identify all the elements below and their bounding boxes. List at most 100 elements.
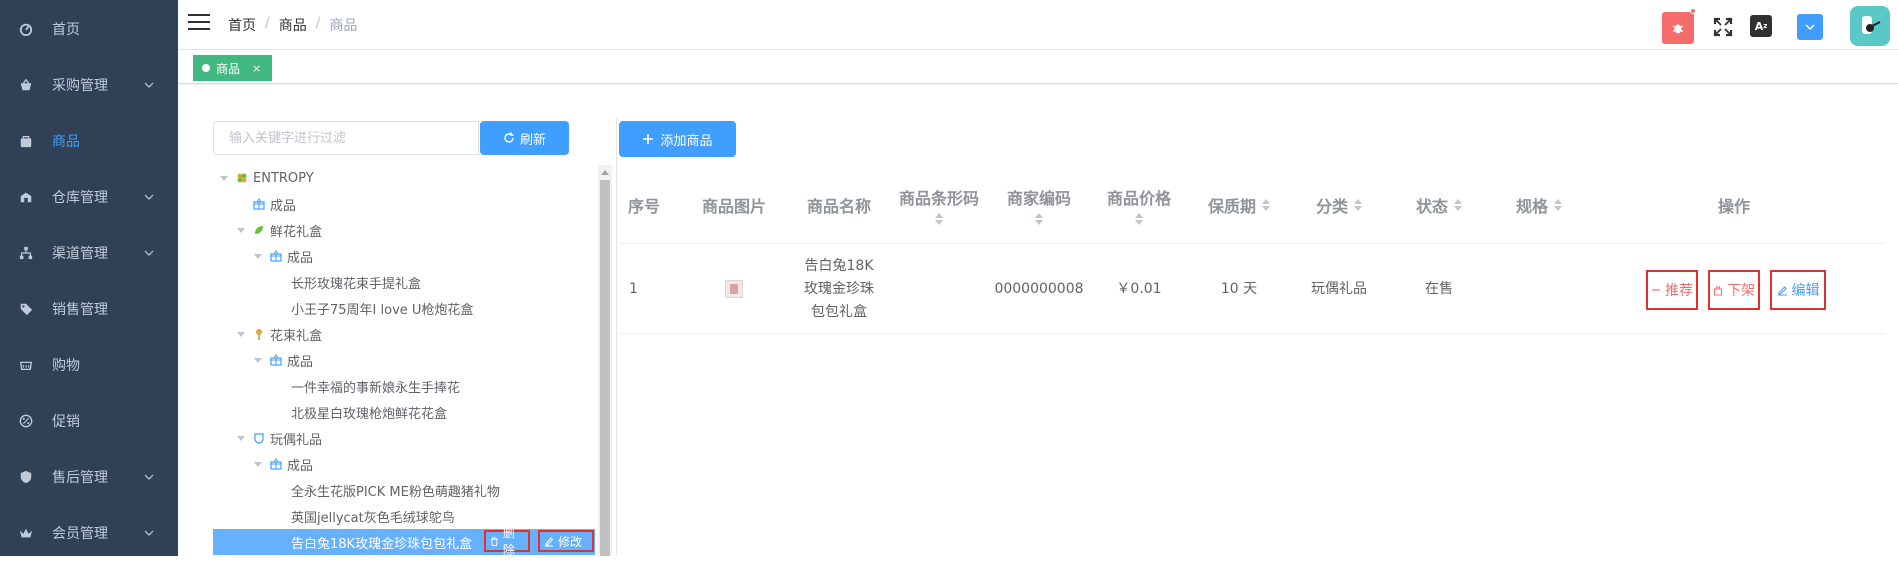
sidebar-item-home[interactable]: 首页 — [0, 1, 178, 57]
tree-node[interactable]: 成品 — [213, 451, 595, 477]
tree-node-label: 北极星白玫瑰枪炮鲜花花盒 — [291, 406, 448, 422]
minus-icon — [1652, 289, 1660, 291]
avatar[interactable] — [1850, 6, 1890, 46]
caret-down-icon[interactable] — [236, 225, 246, 235]
breadcrumb-goods[interactable]: 商品 — [279, 15, 307, 35]
plus-icon — [643, 134, 654, 144]
refresh-button[interactable]: 刷新 — [480, 121, 569, 155]
add-product-button[interactable]: 添加商品 — [619, 121, 736, 157]
column-header-label: 保质期 — [1207, 197, 1256, 216]
tree-filter-input[interactable] — [213, 121, 479, 155]
column-header-category[interactable]: 分类 — [1289, 166, 1389, 244]
tree-node[interactable]: 小王子75周年I love U枪炮花盒 — [213, 295, 595, 321]
product-name-line: 包包礼盒 — [811, 303, 867, 320]
column-header-label: 商品图片 — [701, 197, 766, 216]
column-header-label: 操作 — [1717, 197, 1750, 216]
tags-view: 商品 × — [178, 50, 1898, 84]
unlist-button[interactable]: 下架 — [1708, 270, 1760, 310]
recommend-button[interactable]: 推荐 — [1646, 270, 1698, 310]
caret-down-icon[interactable] — [253, 251, 263, 261]
tree-node[interactable]: 玩偶礼品 — [213, 425, 595, 451]
font-size-icon[interactable]: Az — [1750, 15, 1772, 37]
fullscreen-button[interactable] — [1712, 16, 1734, 38]
product-thumbnail[interactable] — [725, 280, 743, 298]
tree-node[interactable]: 一件幸福的事新娘永生手捧花 — [213, 373, 595, 399]
sidebar-item-promotion[interactable]: 促销 — [0, 393, 178, 449]
top-navbar: 首页 / 商品 / 商品 Az — [178, 0, 1898, 50]
cell-image — [684, 244, 784, 334]
bug-report-button[interactable] — [1662, 12, 1694, 44]
caret-down-icon[interactable] — [253, 459, 263, 469]
sort-caret-icon[interactable] — [935, 213, 943, 225]
modify-node-button[interactable]: 修改 — [538, 530, 594, 552]
basket-icon — [18, 77, 34, 93]
flower-icon — [256, 329, 262, 340]
cell-status: 在售 — [1425, 280, 1453, 297]
cell-category: 玩偶礼品 — [1311, 280, 1367, 297]
column-header-status[interactable]: 状态 — [1389, 166, 1489, 244]
sort-caret-icon[interactable] — [1454, 199, 1462, 211]
sort-caret-icon[interactable] — [1554, 199, 1562, 211]
column-header-label: 序号 — [627, 197, 660, 216]
hamburger-menu-icon[interactable] — [188, 14, 210, 34]
gift-icon — [270, 354, 282, 366]
tree-node[interactable]: 花束礼盒 — [213, 321, 595, 347]
sidebar-item-goods[interactable]: 商品 — [0, 113, 178, 169]
sidebar-item-label: 销售管理 — [52, 302, 108, 318]
column-header-label: 商品名称 — [806, 197, 871, 216]
close-icon[interactable]: × — [252, 62, 261, 75]
sort-caret-icon[interactable] — [1035, 213, 1043, 225]
scroll-up-arrow-icon[interactable] — [600, 168, 610, 176]
tree-node[interactable]: 成品 — [213, 191, 595, 217]
column-header-price[interactable]: 商品价格 — [1089, 166, 1189, 244]
sidebar-item-label: 采购管理 — [52, 78, 108, 94]
chevron-down-icon — [1805, 24, 1815, 31]
network-icon — [18, 245, 34, 261]
sort-caret-icon[interactable] — [1262, 199, 1270, 211]
chevron-down-icon — [144, 194, 154, 200]
caret-down-icon[interactable] — [253, 355, 263, 365]
warehouse-icon — [18, 189, 34, 205]
scrollbar-thumb[interactable] — [600, 180, 610, 556]
sidebar-item-warehouse[interactable]: 仓库管理 — [0, 169, 178, 225]
tab-goods[interactable]: 商品 × — [193, 55, 273, 81]
sidebar-item-channel[interactable]: 渠道管理 — [0, 225, 178, 281]
edit-button[interactable]: 编辑 — [1770, 270, 1826, 310]
tree-node[interactable]: 长形玫瑰花束手提礼盒 — [213, 269, 595, 295]
sort-caret-icon[interactable] — [1135, 213, 1143, 225]
tree-node[interactable]: 英国jellycat灰色毛绒球鸵鸟 — [213, 503, 595, 529]
sidebar-item-members[interactable]: 会员管理 — [0, 505, 178, 561]
caret-down-icon[interactable] — [236, 433, 246, 443]
sort-caret-icon[interactable] — [1354, 199, 1362, 211]
column-header-spec[interactable]: 规格 — [1489, 166, 1589, 244]
tree-node-label: 长形玫瑰花束手提礼盒 — [291, 276, 422, 292]
tree-node[interactable]: 成品 — [213, 243, 595, 269]
tree-node[interactable]: 北极星白玫瑰枪炮鲜花花盒 — [213, 399, 595, 425]
tree-node[interactable]: ENTROPY — [213, 165, 595, 191]
size-dropdown-button[interactable] — [1797, 14, 1823, 40]
column-header-barcode[interactable]: 商品条形码 — [889, 166, 989, 244]
sidebar-item-after-sales[interactable]: 售后管理 — [0, 449, 178, 505]
caret-down-icon[interactable] — [236, 329, 246, 339]
tree-node[interactable]: 全永生花版PICK ME粉色萌趣猪礼物 — [213, 477, 595, 503]
column-header-merchant-code[interactable]: 商家编码 — [989, 166, 1089, 244]
tree-node-label: 成品 — [287, 250, 314, 266]
caret-down-icon[interactable] — [219, 173, 229, 183]
refresh-label: 刷新 — [519, 132, 546, 148]
active-dot — [202, 64, 210, 72]
panel-divider — [616, 118, 617, 556]
tree-node[interactable]: 鲜花礼盒 — [213, 217, 595, 243]
column-header-shelf-life[interactable]: 保质期 — [1189, 166, 1289, 244]
tree-node[interactable]: 成品 — [213, 347, 595, 373]
sidebar-item-sales[interactable]: 销售管理 — [0, 281, 178, 337]
sidebar-item-label: 会员管理 — [52, 526, 108, 542]
cell-shelf-life: 10 天 — [1220, 280, 1258, 297]
recommend-label: 推荐 — [1665, 283, 1693, 299]
sidebar-item-purchase[interactable]: 采购管理 — [0, 57, 178, 113]
delete-node-button[interactable]: 删除 — [484, 526, 530, 557]
sidebar-item-shopping[interactable]: 购物 — [0, 337, 178, 393]
breadcrumb-home[interactable]: 首页 — [228, 15, 256, 35]
sidebar: 首页 采购管理 商品 仓库管理 渠道管理 销售管理 购物 促销 售后管理 会员管… — [0, 0, 178, 556]
bug-icon — [1672, 24, 1684, 34]
column-header-label: 规格 — [1515, 197, 1548, 216]
